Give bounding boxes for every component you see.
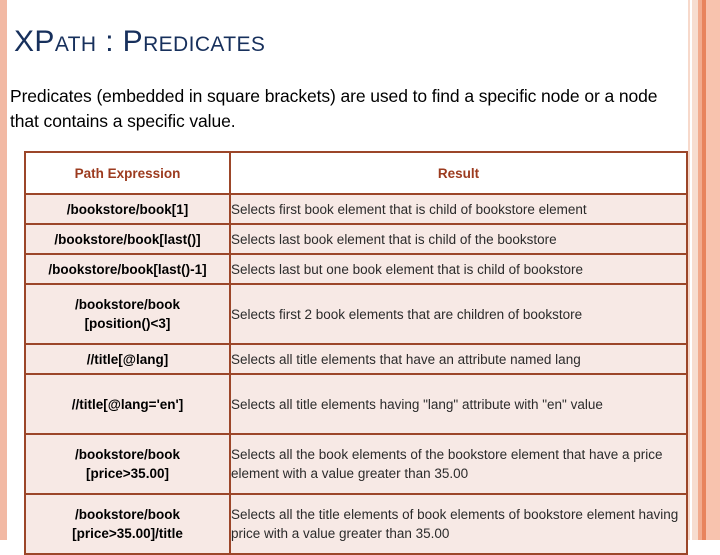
left-accent-bar [0,0,7,540]
result-cell: Selects all the book elements of the boo… [229,433,688,495]
table-row: /bookstore/book[last()] Selects last book… [24,223,688,255]
path-expression-cell: /bookstore/book [position()<3] [24,283,231,345]
path-expression-cell: /bookstore/book [price>35.00] [24,433,231,495]
result-cell: Selects all title elements that have an … [229,343,688,375]
result-cell: Selects all the title elements of book e… [229,493,688,555]
slide-canvas: XPath : Predicates Predicates (embedded … [0,0,720,555]
column-header-path-expression: Path Expression [24,151,231,195]
result-cell: Selects last but one book element that i… [229,253,688,285]
path-expression-cell: /bookstore/book[1] [24,193,231,225]
path-expression-cell: /bookstore/book[last()-1] [24,253,231,285]
table-body: /bookstore/book[1] Selects first book ele… [24,193,688,555]
right-accent-stripe-5 [706,0,720,540]
result-cell: Selects first 2 book elements that are c… [229,283,688,345]
path-expression-cell: /bookstore/book [price>35.00]/title [24,493,231,555]
table-row: /bookstore/book [position()<3] Selects fir… [24,283,688,345]
path-expression-cell: //title[@lang] [24,343,231,375]
table-header-row: Path Expression Result [24,151,688,195]
table-row: //title[@lang='en'] Selects all title ele… [24,373,688,435]
table-row: /bookstore/book [price>35.00] Selects all … [24,433,688,495]
path-expression-cell: //title[@lang='en'] [24,373,231,435]
slide-title: XPath : Predicates [14,25,266,58]
table-row: //title[@lang] Selects all title elements… [24,343,688,375]
xpath-predicates-table: Path Expression Result /bookstore/book[1… [24,151,688,555]
right-accent-stripe-1 [688,0,690,540]
column-header-result: Result [229,151,688,195]
result-cell: Selects first book element that is child… [229,193,688,225]
table-row: /bookstore/book [price>35.00]/title Select… [24,493,688,555]
result-cell: Selects all title elements having "lang"… [229,373,688,435]
path-expression-cell: /bookstore/book[last()] [24,223,231,255]
table-row: /bookstore/book[last()-1] Selects last bu… [24,253,688,285]
table-row: /bookstore/book[1] Selects first book ele… [24,193,688,225]
table-header: Path Expression Result [24,151,688,195]
slide-subtitle: Predicates (embedded in square brackets)… [10,86,658,131]
result-cell: Selects last book element that is child … [229,223,688,255]
